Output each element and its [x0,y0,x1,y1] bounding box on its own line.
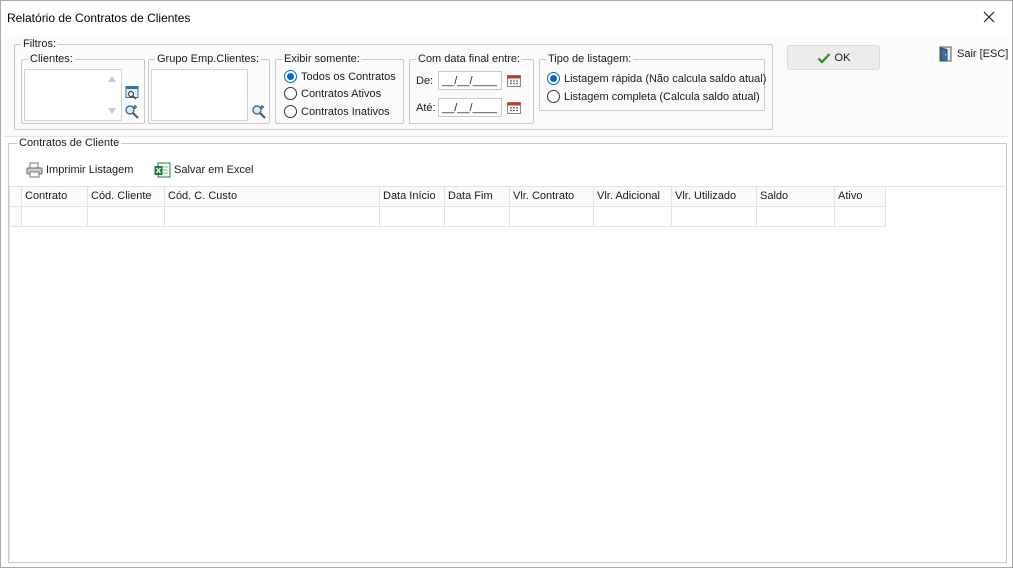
radio-contratos-inativos[interactable]: Contratos Inativos [284,105,390,118]
date-from-field[interactable] [438,71,502,90]
client-add-search-icon[interactable] [124,104,140,120]
date-from-label: De: [416,75,434,87]
calendar-icon[interactable] [506,100,522,116]
contracts-table[interactable]: Contrato Cód. Cliente Cód. C. Custo Data… [9,186,1006,560]
excel-icon [154,162,171,178]
checkmark-icon [817,52,830,64]
radio-label: Contratos Ativos [301,87,382,100]
radio-label: Listagem completa (Calcula saldo atual) [564,90,760,103]
table-cell[interactable] [510,207,594,227]
grupo-legend: Grupo Emp.Clientes: [157,53,260,65]
calendar-icon[interactable] [506,73,522,89]
table-cell[interactable] [165,207,380,227]
column-header-cod-cliente[interactable]: Cód. Cliente [88,187,165,207]
column-header-ativo[interactable]: Ativo [835,187,886,207]
table-header: Contrato Cód. Cliente Cód. C. Custo Data… [10,187,886,207]
table-cell[interactable] [757,207,835,227]
tipo-listagem-legend: Tipo de listagem: [548,53,632,65]
table-row[interactable] [10,207,886,227]
close-icon [983,11,995,23]
scroll-down-arrow[interactable] [108,108,116,114]
date-to-field[interactable] [438,98,502,117]
radio-label: Todos os Contratos [301,70,396,83]
column-header-vlr-utilizado[interactable]: Vlr. Utilizado [672,187,757,207]
filters-legend: Filtros: [23,38,56,50]
column-header-vlr-contrato[interactable]: Vlr. Contrato [510,187,594,207]
grupo-add-search-icon[interactable] [251,104,267,120]
scroll-up-arrow[interactable] [108,76,116,82]
column-header-saldo[interactable]: Saldo [757,187,835,207]
column-header-cod-c-custo[interactable]: Cód. C. Custo [165,187,380,207]
row-indicator [10,207,22,227]
contracts-legend: Contratos de Cliente [19,137,120,149]
table-cell[interactable] [22,207,88,227]
column-header-data-fim[interactable]: Data Fim [445,187,510,207]
report-window: Relatório de Contratos de Clientes Filtr… [0,0,1013,568]
radio-listagem-completa[interactable]: Listagem completa (Calcula saldo atual) [547,90,760,103]
table-cell[interactable] [594,207,672,227]
ok-label: OK [834,51,851,64]
print-list-label: Imprimir Listagem [46,164,134,176]
exibir-legend: Exibir somente: [284,53,360,65]
table-cell[interactable] [835,207,886,227]
date-to-label: Até: [416,102,436,114]
clientes-listbox[interactable] [24,69,122,121]
grupo-listbox[interactable] [151,69,248,121]
title-bar: Relatório de Contratos de Clientes [1,1,1012,34]
radio-indicator [547,90,560,103]
column-header-data-inicio[interactable]: Data Início [380,187,445,207]
data-final-legend: Com data final entre: [418,53,521,65]
radio-indicator [284,87,297,100]
column-header-contrato[interactable]: Contrato [22,187,88,207]
table-cell[interactable] [380,207,445,227]
close-button[interactable] [966,1,1012,33]
client-search-window-icon[interactable] [124,85,140,101]
table-cell[interactable] [445,207,510,227]
exit-button[interactable]: Sair [ESC] [939,46,1008,62]
table-cell[interactable] [672,207,757,227]
print-list-button[interactable]: Imprimir Listagem [26,162,133,178]
window-title: Relatório de Contratos de Clientes [7,11,191,25]
exit-door-icon [939,46,952,62]
radio-indicator [284,105,297,118]
radio-indicator [547,72,560,85]
printer-icon [26,162,43,178]
table-cell[interactable] [88,207,165,227]
radio-todos-contratos[interactable]: Todos os Contratos [284,70,396,83]
radio-label: Contratos Inativos [301,105,390,118]
radio-label: Listagem rápida (Não calcula saldo atual… [564,72,767,85]
radio-listagem-rapida[interactable]: Listagem rápida (Não calcula saldo atual… [547,72,766,85]
save-excel-label: Salvar em Excel [174,164,254,176]
ok-button[interactable]: OK [787,45,880,70]
radio-indicator [284,70,297,83]
save-excel-button[interactable]: Salvar em Excel [154,162,253,178]
column-header-vlr-adicional[interactable]: Vlr. Adicional [594,187,672,207]
exit-label: Sair [ESC] [957,48,1009,60]
clientes-legend: Clientes: [30,53,73,65]
row-indicator-header [10,187,22,207]
radio-contratos-ativos[interactable]: Contratos Ativos [284,87,381,100]
